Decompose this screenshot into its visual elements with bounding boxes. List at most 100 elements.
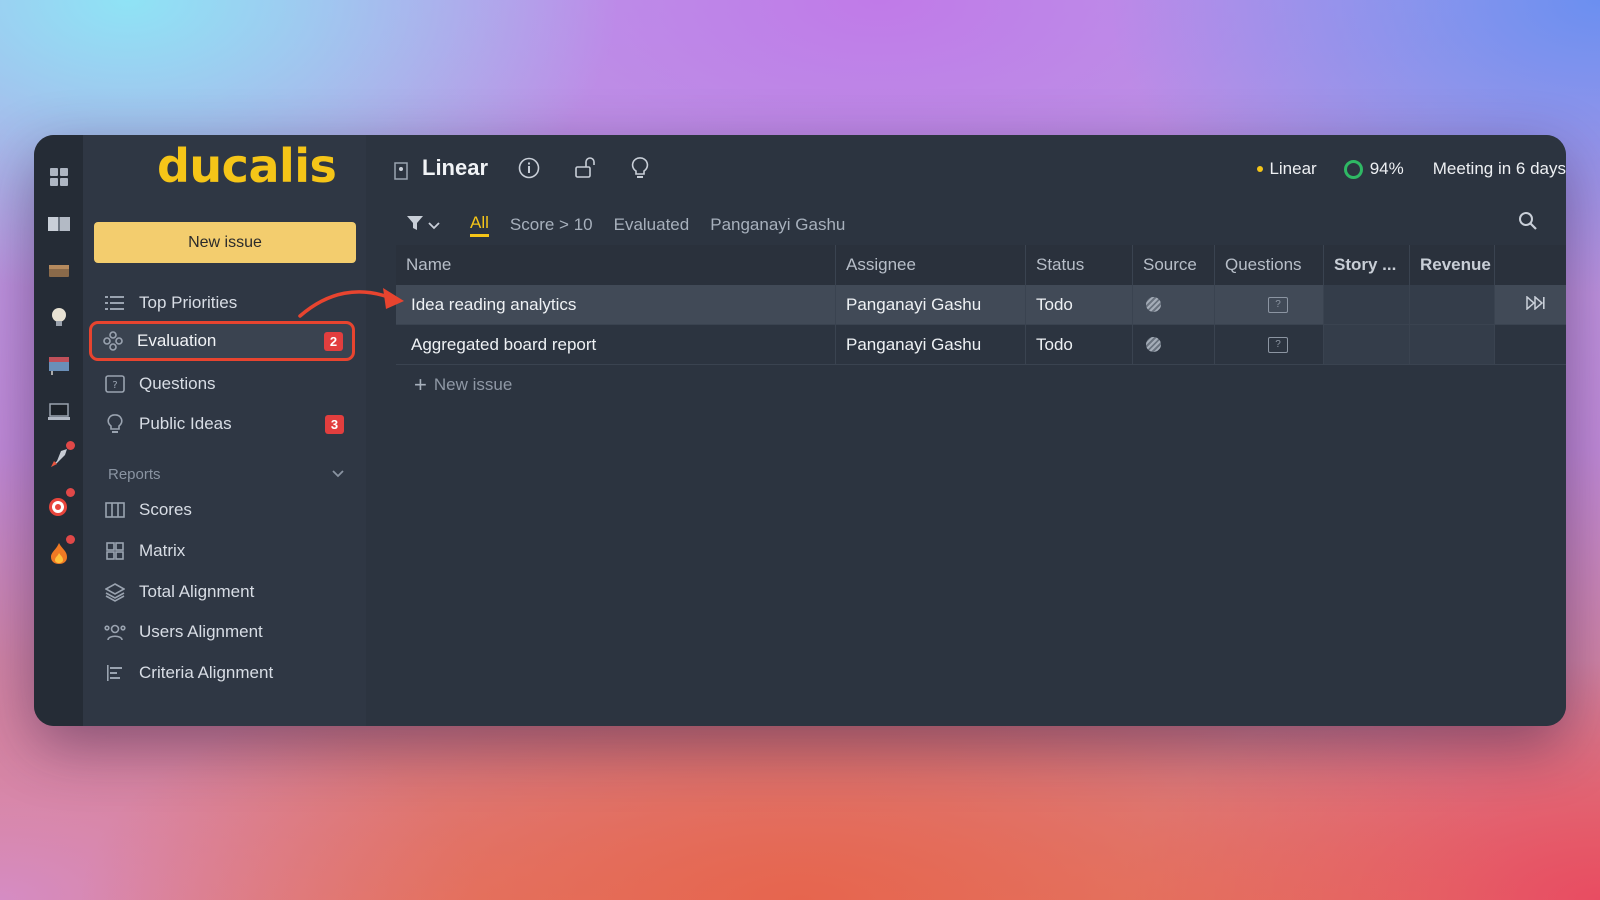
filter-tab-all[interactable]: All <box>470 213 489 237</box>
plus-icon: + <box>414 372 427 397</box>
columns-icon <box>104 499 126 521</box>
target-icon[interactable] <box>45 488 75 520</box>
add-issue-label: New issue <box>433 375 513 394</box>
questions-cell: ? <box>1215 285 1324 324</box>
story-points-cell[interactable] <box>1324 285 1410 324</box>
source-linear-icon[interactable] <box>1146 337 1161 352</box>
source-cell <box>1133 325 1215 364</box>
question-icon[interactable]: ? <box>1268 336 1288 353</box>
users-icon <box>104 621 126 643</box>
table-row[interactable]: Idea reading analytics Panganayi Gashu T… <box>396 285 1566 325</box>
revenue-cell[interactable] <box>1410 285 1495 324</box>
progress-ring-icon <box>1343 159 1363 179</box>
evaluation-icon <box>102 330 124 352</box>
skip-forward-icon[interactable] <box>1525 294 1546 315</box>
main-panel: Linear Linear 94% Meeting in 6 days All … <box>366 135 1566 726</box>
book-icon[interactable] <box>45 210 73 238</box>
column-header-spacer <box>1495 245 1566 285</box>
lightbulb-rail-icon[interactable] <box>45 304 73 332</box>
sidebar-item-label: Criteria Alignment <box>139 663 274 682</box>
info-icon[interactable] <box>518 157 540 184</box>
revenue-cell[interactable] <box>1410 325 1495 364</box>
sidebar-item-total-alignment[interactable]: Total Alignment <box>94 572 356 612</box>
lightbulb-icon <box>104 413 126 435</box>
bars-icon <box>104 662 126 684</box>
ducalis-logo[interactable]: ducalis <box>157 139 337 193</box>
column-header-status[interactable]: Status <box>1026 245 1133 285</box>
sidebar-item-public-ideas[interactable]: Public Ideas 3 <box>94 404 356 444</box>
board-icon[interactable] <box>45 257 73 285</box>
questions-cell: ? <box>1215 325 1324 364</box>
issues-table: Name Assignee Status Source Questions St… <box>396 245 1566 405</box>
column-header-name[interactable]: Name <box>396 245 836 285</box>
table-header: Name Assignee Status Source Questions St… <box>396 245 1566 285</box>
sidebar-item-label: Evaluation <box>137 331 217 350</box>
integration-label[interactable]: Linear <box>1269 159 1316 179</box>
apps-grid-icon[interactable] <box>45 163 73 191</box>
board-title: Linear <box>422 155 489 180</box>
story-points-cell[interactable] <box>1324 325 1410 364</box>
notification-dot <box>65 535 75 544</box>
column-header-story[interactable]: Story ... <box>1324 245 1410 285</box>
reports-section-label: Reports <box>108 466 161 483</box>
sidebar-item-criteria-alignment[interactable]: Criteria Alignment <box>94 653 356 693</box>
new-issue-button[interactable]: New issue <box>94 222 356 263</box>
meeting-label[interactable]: Meeting in 6 days <box>1433 159 1566 179</box>
sidebar-item-top-priorities[interactable]: Top Priorities <box>94 283 356 323</box>
app-window: ducalis New issue Top Priorities Evaluat… <box>34 135 1566 726</box>
sidebar-item-label: Matrix <box>139 541 186 560</box>
count-badge: 3 <box>325 415 344 434</box>
sidebar-item-questions[interactable]: ? Questions <box>94 364 356 404</box>
app-rail <box>34 135 83 726</box>
question-icon[interactable]: ? <box>1268 296 1288 313</box>
layers-icon <box>104 581 126 603</box>
search-icon[interactable] <box>1518 211 1538 236</box>
notification-dot <box>65 441 75 450</box>
source-linear-icon[interactable] <box>1146 297 1161 312</box>
filter-tab-evaluated[interactable]: Evaluated <box>614 215 690 235</box>
issue-name[interactable]: Idea reading analytics <box>396 285 836 324</box>
issue-assignee[interactable]: Panganayi Gashu <box>836 285 1026 324</box>
filter-tab-assignee[interactable]: Panganayi Gashu <box>710 215 845 235</box>
sidebar-item-matrix[interactable]: Matrix <box>94 531 356 571</box>
column-header-source[interactable]: Source <box>1133 245 1215 285</box>
chevron-down-icon[interactable] <box>331 466 345 484</box>
sidebar-item-label: Total Alignment <box>139 582 255 601</box>
sidebar-item-users-alignment[interactable]: Users Alignment <box>94 612 356 652</box>
filter-icon[interactable] <box>406 215 424 236</box>
board-icon <box>394 162 408 185</box>
sidebar-item-label: Questions <box>139 374 216 393</box>
progress-label: 94% <box>1369 159 1404 178</box>
notification-dot <box>65 488 75 497</box>
sidebar-item-scores[interactable]: Scores <box>94 490 356 530</box>
question-icon: ? <box>104 373 126 395</box>
integration-status-dot <box>1257 166 1264 172</box>
sidebar-item-label: Top Priorities <box>139 293 238 312</box>
row-end-cell <box>1495 325 1566 364</box>
flag-board-icon[interactable] <box>45 351 73 379</box>
lightbulb-icon[interactable] <box>631 157 649 186</box>
sidebar-item-label: Public Ideas <box>139 414 232 433</box>
issue-status[interactable]: Todo <box>1026 285 1133 324</box>
svg-text:?: ? <box>112 380 117 391</box>
unlock-icon[interactable] <box>575 157 595 184</box>
issue-assignee[interactable]: Panganayi Gashu <box>836 325 1026 364</box>
fire-icon[interactable] <box>45 535 75 567</box>
column-header-assignee[interactable]: Assignee <box>836 245 1026 285</box>
add-issue-row[interactable]: + New issue <box>396 365 1566 405</box>
issue-name[interactable]: Aggregated board report <box>396 325 836 364</box>
issue-status[interactable]: Todo <box>1026 325 1133 364</box>
row-end-cell <box>1495 285 1566 324</box>
list-icon <box>104 292 126 314</box>
column-header-revenue[interactable]: Revenue <box>1410 245 1495 285</box>
sidebar-item-label: Scores <box>139 500 192 519</box>
source-cell <box>1133 285 1215 324</box>
filter-tab-score[interactable]: Score > 10 <box>510 215 593 235</box>
table-row[interactable]: Aggregated board report Panganayi Gashu … <box>396 325 1566 365</box>
sidebar-item-evaluation[interactable]: Evaluation 2 <box>89 321 355 361</box>
rocket-icon[interactable] <box>45 441 75 473</box>
count-badge: 2 <box>324 332 343 351</box>
chevron-down-icon[interactable] <box>428 215 440 235</box>
laptop-icon[interactable] <box>45 398 73 426</box>
column-header-questions[interactable]: Questions <box>1215 245 1324 285</box>
